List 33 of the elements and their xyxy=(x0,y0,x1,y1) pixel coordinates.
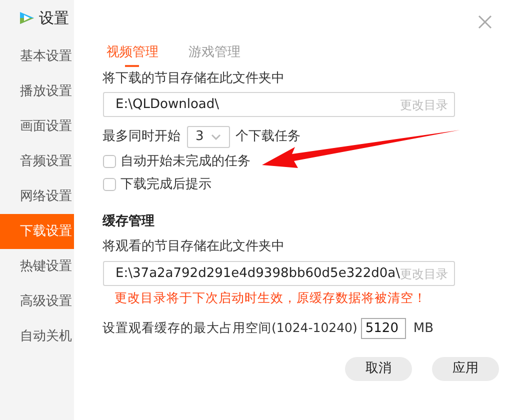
unit-label: MB xyxy=(413,320,434,338)
label: 将下载的节目存储在此文件夹中 xyxy=(102,70,286,88)
window-title: 设置 xyxy=(39,8,69,29)
section-heading: 缓存管理 xyxy=(102,213,156,231)
dialog-button[interactable]: 应用 xyxy=(432,357,499,381)
label: 个下载任务 xyxy=(236,128,301,146)
checkbox[interactable] xyxy=(102,155,116,168)
chevron-down-icon xyxy=(210,134,221,140)
close-icon xyxy=(478,15,492,29)
sidebar-item[interactable]: 高级设置 xyxy=(0,284,74,319)
sidebar-item[interactable]: 画面设置 xyxy=(0,109,74,144)
sidebar-item[interactable]: 网络设置 xyxy=(0,179,74,214)
path-text: E:\QLDownload\ xyxy=(116,96,219,114)
count-dropdown[interactable]: 3 xyxy=(186,126,230,148)
label: 最多同时开始 xyxy=(102,128,181,146)
sidebar-item[interactable]: 音频设置 xyxy=(0,144,74,179)
checkbox-label: 自动开始未完成的任务 xyxy=(120,152,251,171)
label: 设置观看缓存的最大占用空间(1024-10240) xyxy=(102,318,358,337)
cache-size-input[interactable]: 5120 xyxy=(361,318,406,339)
checkbox[interactable] xyxy=(102,178,116,191)
path-field[interactable]: E:\QLDownload\ 更改目录 xyxy=(102,92,455,117)
path-field[interactable]: E:\37a2a792d291e4d9398bb60d5e322d0a\更改目录 xyxy=(102,261,455,286)
sidebar-item[interactable]: 基本设置 xyxy=(0,39,74,74)
dialog-button[interactable]: 取消 xyxy=(345,357,412,381)
label: 将观看的节目存储在此文件夹中 xyxy=(102,238,286,256)
sidebar-item[interactable]: 播放设置 xyxy=(0,74,74,109)
dropdown-value: 3 xyxy=(196,128,204,146)
logo-icon xyxy=(19,11,35,25)
warning-text: 更改目录将于下次启动时生效，原缓存数据将被清空！ xyxy=(114,289,428,307)
checkbox-label: 下载完成后提示 xyxy=(120,176,212,194)
sidebar-item[interactable]: 热键设置 xyxy=(0,249,74,284)
sidebar-item[interactable]: 自动关机 xyxy=(0,319,74,354)
path-text: E:\37a2a792d291e4d9398bb60d5e322d0a\ xyxy=(116,264,400,283)
